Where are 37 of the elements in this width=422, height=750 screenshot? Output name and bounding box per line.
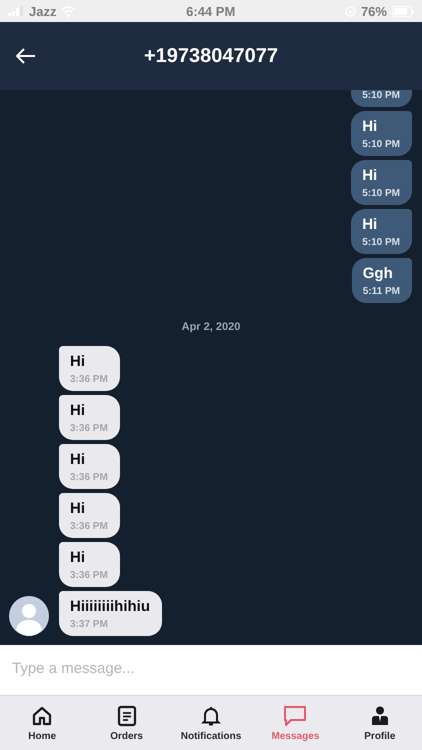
back-button[interactable] — [14, 46, 38, 66]
battery-percent: 76% — [360, 4, 387, 18]
message-time: 3:36 PM — [70, 570, 108, 582]
message-text: Hi — [70, 451, 86, 468]
message-time: 3:36 PM — [70, 423, 108, 435]
message-text: Hi — [362, 118, 378, 135]
home-icon — [31, 705, 54, 727]
message-text: Hi — [70, 402, 86, 419]
message-text: Hiiiiiiiihihiu — [70, 598, 150, 615]
message-time: 3:36 PM — [70, 472, 108, 484]
message-text: Hi — [70, 549, 86, 566]
message-text: Hi — [70, 500, 86, 517]
message-time: 5:10 PM — [362, 237, 400, 249]
message-time: 5:10 PM — [362, 90, 400, 102]
message-time: 3:37 PM — [70, 619, 109, 631]
message-text: Ggh — [362, 265, 394, 282]
message-time: 3:36 PM — [70, 374, 108, 386]
message-time: 5:10 PM — [362, 139, 400, 151]
message-text: Hi — [362, 167, 378, 184]
document-icon — [116, 705, 138, 727]
message-time: 5:11 PM — [362, 286, 400, 298]
tab[interactable]: Home — [0, 696, 84, 750]
tab[interactable]: Profile — [338, 696, 422, 750]
signal-icon — [8, 6, 24, 16]
carrier-name: Jazz — [29, 4, 56, 18]
bell-icon — [200, 705, 222, 727]
message-text: Hi — [362, 216, 378, 233]
back-arrow-icon — [16, 48, 36, 64]
date-divider: Apr 2, 2020 — [182, 321, 240, 333]
chat-icon — [283, 705, 308, 727]
tab[interactable]: Notifications — [168, 696, 254, 750]
message-text: Hi — [70, 353, 86, 370]
tab[interactable]: Orders — [84, 696, 169, 750]
message-time: 3:36 PM — [70, 521, 108, 533]
message-time: 5:10 PM — [362, 188, 400, 200]
contact-number: +19738047077 — [142, 44, 280, 68]
clock-time: 6:44 PM — [186, 4, 236, 18]
